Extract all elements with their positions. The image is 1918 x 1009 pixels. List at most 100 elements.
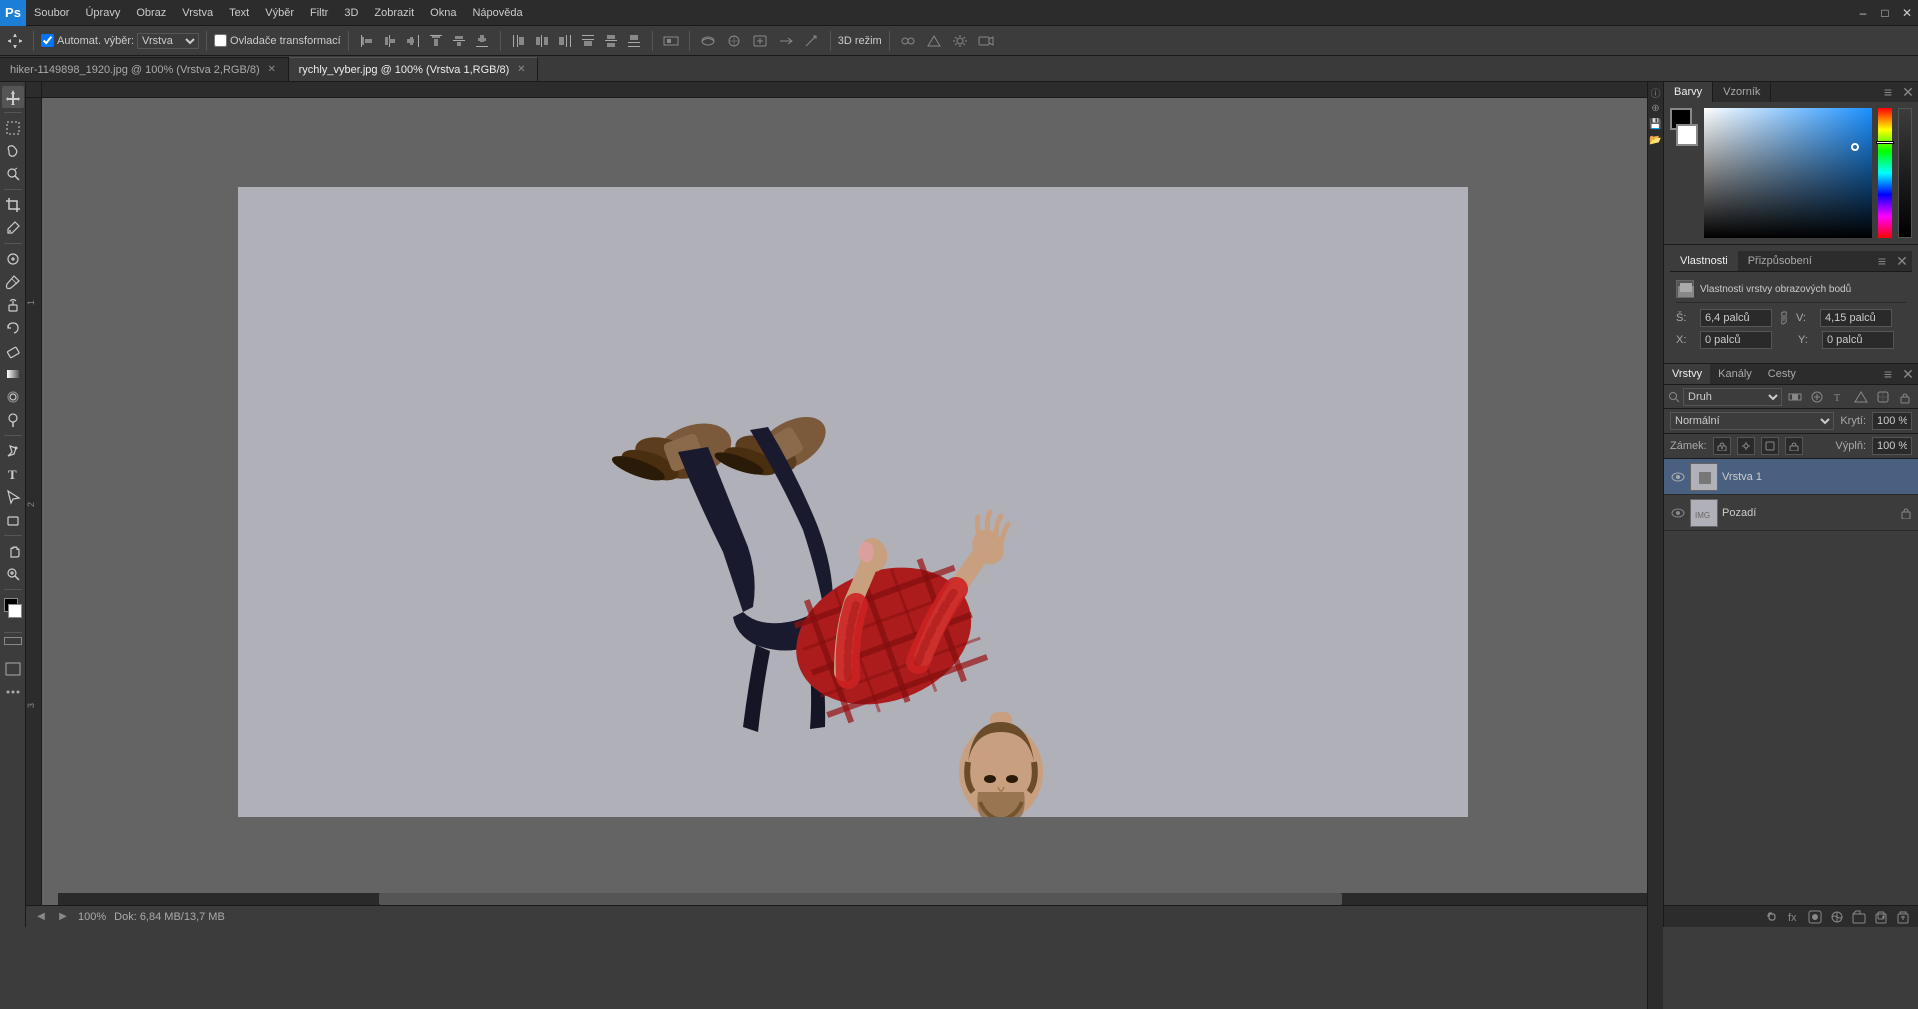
align-vcenter-btn[interactable]	[448, 30, 470, 52]
dist-right-btn[interactable]	[554, 30, 576, 52]
props-x-input[interactable]	[1700, 331, 1772, 349]
menu-zobrazit[interactable]: Zobrazit	[366, 0, 422, 25]
blur-tool[interactable]	[2, 386, 24, 408]
layer-eye-pozadi[interactable]	[1670, 505, 1686, 521]
transform-checkbox[interactable]	[214, 34, 227, 47]
align-left-btn[interactable]	[356, 30, 378, 52]
layer-item-pozadi[interactable]: IMG Pozadí	[1664, 495, 1918, 531]
lasso-tool[interactable]	[2, 140, 24, 162]
layer-pixel-filter[interactable]	[1786, 388, 1804, 406]
dodge-tool[interactable]	[2, 409, 24, 431]
layer-kind-select[interactable]: Druh	[1683, 388, 1782, 406]
clone-stamp-tool[interactable]	[2, 294, 24, 316]
layers-tab-cesty[interactable]: Cesty	[1760, 364, 1804, 384]
new-layer-btn[interactable]	[1872, 908, 1890, 926]
fill-input[interactable]	[1872, 437, 1912, 455]
menu-upravy[interactable]: Úpravy	[77, 0, 128, 25]
tab-hiker[interactable]: hiker-1149898_1920.jpg @ 100% (Vrstva 2,…	[0, 57, 289, 81]
delete-layer-btn[interactable]	[1894, 908, 1912, 926]
eraser-tool[interactable]	[2, 340, 24, 362]
align-right-btn[interactable]	[402, 30, 424, 52]
props-link-icon[interactable]	[1776, 310, 1792, 326]
layer-adjustment-filter[interactable]	[1808, 388, 1826, 406]
zoom-tool[interactable]	[2, 563, 24, 585]
window-minimize-btn[interactable]: –	[1852, 2, 1874, 24]
document-canvas[interactable]	[238, 187, 1468, 817]
layer-text-filter[interactable]: T	[1830, 388, 1848, 406]
align-bottom-btn[interactable]	[471, 30, 493, 52]
menu-soubor[interactable]: Soubor	[26, 0, 77, 25]
shape-tool[interactable]	[2, 509, 24, 531]
hscroll-thumb[interactable]	[379, 893, 1342, 905]
panel-new-btn[interactable]: ⊕	[1650, 102, 1662, 114]
color-tab-vzornik[interactable]: Vzorník	[1713, 82, 1771, 102]
layer-item-vrstva1[interactable]: Vrstva 1	[1664, 459, 1918, 495]
window-close-btn[interactable]: ✕	[1896, 2, 1918, 24]
3d-extra-btn[interactable]	[897, 30, 919, 52]
gradient-tool[interactable]	[2, 363, 24, 385]
lock-pos-btn[interactable]	[1737, 437, 1755, 455]
lock-all-btn[interactable]	[1785, 437, 1803, 455]
color-gradient-cursor[interactable]	[1851, 143, 1859, 151]
dist-top-btn[interactable]	[577, 30, 599, 52]
color-alpha-slider[interactable]	[1898, 108, 1912, 238]
align-top-btn[interactable]	[425, 30, 447, 52]
layer-group-btn[interactable]	[1850, 908, 1868, 926]
menu-filtr[interactable]: Filtr	[302, 0, 336, 25]
lock-px-btn[interactable]	[1713, 437, 1731, 455]
move-tool[interactable]	[2, 86, 24, 108]
spot-heal-tool[interactable]	[2, 248, 24, 270]
panel-load-btn[interactable]: 📂	[1650, 134, 1662, 146]
tab-hiker-close[interactable]: ✕	[266, 64, 278, 76]
move-tool-options[interactable]	[4, 30, 26, 52]
layer-eye-vrstva1[interactable]	[1670, 469, 1686, 485]
extras-btn[interactable]	[2, 681, 24, 703]
color-panel-minimize[interactable]: ≡	[1878, 82, 1898, 102]
quick-select-tool[interactable]	[2, 163, 24, 185]
props-tab-vlastnosti[interactable]: Vlastnosti	[1670, 251, 1738, 271]
color-tab-barvy[interactable]: Barvy	[1664, 82, 1713, 102]
opacity-input[interactable]	[1872, 412, 1912, 430]
layers-panel-close[interactable]: ✕	[1898, 364, 1918, 384]
menu-vyber[interactable]: Výběr	[257, 0, 302, 25]
path-select-tool[interactable]	[2, 486, 24, 508]
autoselect-checkbox[interactable]	[41, 34, 54, 47]
crop-tool[interactable]	[2, 194, 24, 216]
menu-napoveda[interactable]: Nápověda	[464, 0, 530, 25]
props-width-input[interactable]	[1700, 309, 1772, 327]
panel-info-btn[interactable]: ⓘ	[1650, 86, 1662, 98]
panel-save-btn[interactable]: 💾	[1650, 118, 1662, 130]
next-page-btn[interactable]: ▶	[56, 910, 70, 924]
3d-roll-btn[interactable]	[723, 30, 745, 52]
3d-video-btn[interactable]	[975, 30, 997, 52]
bg-color-tool[interactable]	[8, 604, 22, 618]
3d-config-btn[interactable]	[923, 30, 945, 52]
color-hue-slider[interactable]	[1878, 108, 1892, 238]
layers-panel-minimize[interactable]: ≡	[1878, 364, 1898, 384]
menu-obraz[interactable]: Obraz	[128, 0, 174, 25]
lock-artboard-btn[interactable]	[1761, 437, 1779, 455]
tab-rychly-close[interactable]: ✕	[515, 64, 527, 76]
props-panel-minimize[interactable]: ≡	[1872, 251, 1892, 271]
brush-tool[interactable]	[2, 271, 24, 293]
layer-style-btn[interactable]: fx	[1784, 908, 1802, 926]
horizontal-scrollbar[interactable]	[58, 893, 1663, 905]
blend-mode-select[interactable]: Normální	[1670, 412, 1834, 430]
3d-light-btn[interactable]	[949, 30, 971, 52]
hand-tool[interactable]	[2, 540, 24, 562]
3d-slide-btn[interactable]	[775, 30, 797, 52]
props-panel-close[interactable]: ✕	[1892, 251, 1912, 271]
props-height-input[interactable]	[1820, 309, 1892, 327]
dist-bottom-btn[interactable]	[623, 30, 645, 52]
link-layers-btn[interactable]	[1762, 908, 1780, 926]
quick-mask-btn[interactable]	[4, 637, 22, 645]
tab-rychly[interactable]: rychly_vyber.jpg @ 100% (Vrstva 1,RGB/8)…	[289, 57, 539, 81]
menu-okna[interactable]: Okna	[422, 0, 464, 25]
3d-rotate-btn[interactable]	[697, 30, 719, 52]
layer-smart-filter[interactable]	[1874, 388, 1892, 406]
pen-tool[interactable]	[2, 440, 24, 462]
props-tab-prizpusobeni[interactable]: Přizpůsobení	[1738, 251, 1822, 271]
layer-shape-filter[interactable]	[1852, 388, 1870, 406]
color-gradient-picker[interactable]	[1704, 108, 1872, 238]
autoselect-dropdown[interactable]: Vrstva Skupina	[137, 33, 199, 49]
